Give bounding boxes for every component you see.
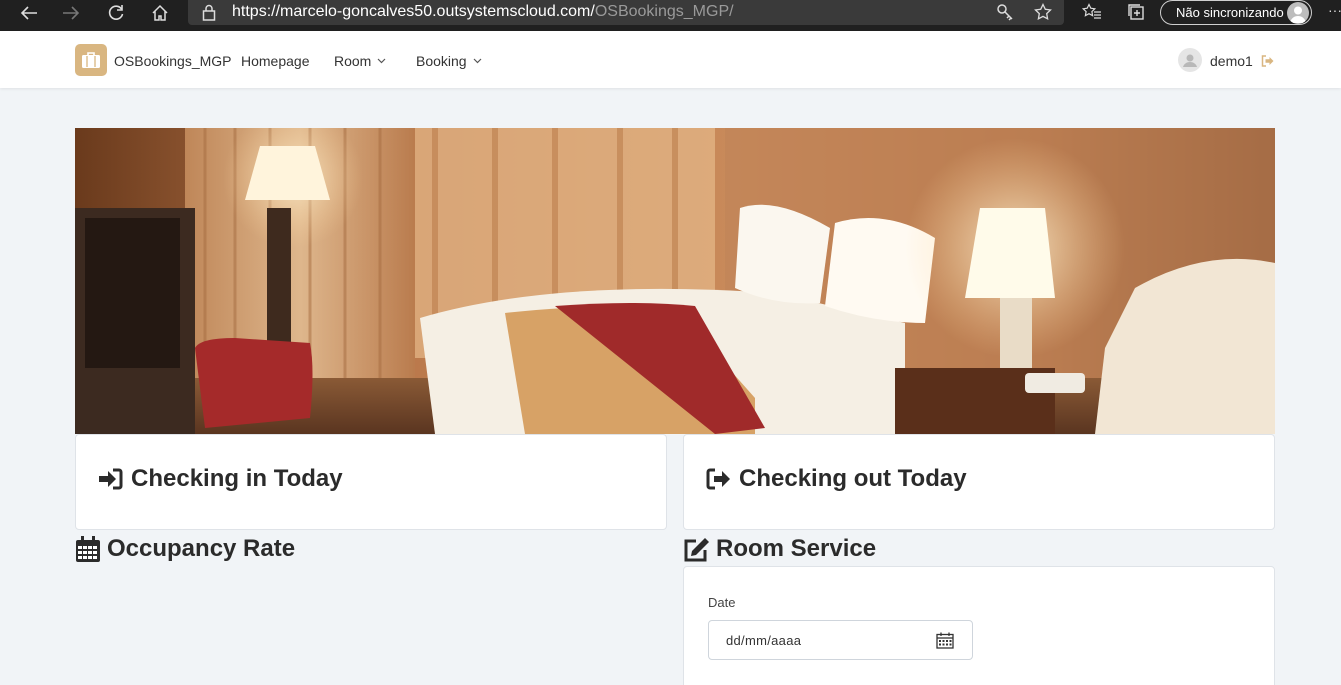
room-service-heading: Room Service: [683, 535, 876, 563]
checking-out-card: Checking out Today: [683, 434, 1275, 530]
user-avatar[interactable]: [1178, 48, 1202, 72]
forward-icon[interactable]: [56, 0, 86, 25]
chevron-down-icon: [473, 58, 482, 64]
menu-label: Booking: [416, 53, 467, 69]
occupancy-rate-heading: Occupancy Rate: [75, 535, 295, 563]
hotel-room-banner: [75, 128, 1275, 434]
chevron-down-icon: [377, 58, 386, 64]
favorites-icon[interactable]: [1081, 3, 1102, 26]
lock-icon: [202, 4, 216, 26]
date-label: Date: [708, 595, 736, 610]
more-icon[interactable]: ···: [1328, 2, 1341, 18]
browser-toolbar: https://marcelo-goncalves50.outsystemscl…: [0, 0, 1341, 31]
user-name[interactable]: demo1: [1210, 53, 1253, 69]
menu-item-booking[interactable]: Booking: [416, 53, 482, 69]
calendar-picker-icon[interactable]: [936, 632, 954, 654]
sync-label: Não sincronizando: [1176, 5, 1284, 20]
calendar-icon: [76, 535, 100, 562]
checking-out-title: Checking out Today: [739, 465, 967, 492]
star-icon[interactable]: [1034, 2, 1052, 26]
app-header: OSBookings_MGP Homepage Room Booking dem…: [0, 31, 1341, 88]
room-service-card: Date dd/mm/aaaa: [683, 566, 1275, 685]
sign-in-icon: [99, 468, 123, 490]
occupancy-rate-title: Occupancy Rate: [107, 535, 296, 562]
menu-label: Room: [334, 53, 372, 69]
app-name[interactable]: OSBookings_MGP: [114, 53, 232, 69]
date-input[interactable]: dd/mm/aaaa: [708, 620, 973, 660]
app-logo[interactable]: [75, 44, 107, 76]
suitcase-icon: [82, 52, 100, 68]
refresh-icon[interactable]: [101, 0, 131, 25]
menu-item-homepage[interactable]: Homepage: [241, 53, 310, 69]
profile-sync-button[interactable]: Não sincronizando: [1160, 0, 1312, 25]
sign-out-icon: [706, 468, 730, 490]
date-input-placeholder: dd/mm/aaaa: [726, 633, 802, 648]
back-icon[interactable]: [14, 0, 44, 25]
menu-item-room[interactable]: Room: [334, 53, 386, 69]
home-icon[interactable]: [145, 0, 175, 25]
checking-out-heading: Checking out Today: [706, 465, 967, 493]
edit-icon: [684, 537, 709, 561]
key-icon[interactable]: [996, 3, 1014, 26]
checking-in-title: Checking in Today: [131, 465, 343, 492]
address-bar[interactable]: https://marcelo-goncalves50.outsystemscl…: [188, 0, 1064, 25]
profile-avatar-icon: [1287, 2, 1309, 24]
menu-label: Homepage: [241, 53, 310, 69]
checking-in-card: Checking in Today: [75, 434, 667, 530]
url-text: https://marcelo-goncalves50.outsystemscl…: [232, 3, 734, 20]
checking-in-heading: Checking in Today: [98, 465, 343, 493]
room-service-title: Room Service: [716, 535, 877, 562]
collections-icon[interactable]: [1127, 3, 1145, 26]
logout-icon[interactable]: [1261, 54, 1274, 72]
